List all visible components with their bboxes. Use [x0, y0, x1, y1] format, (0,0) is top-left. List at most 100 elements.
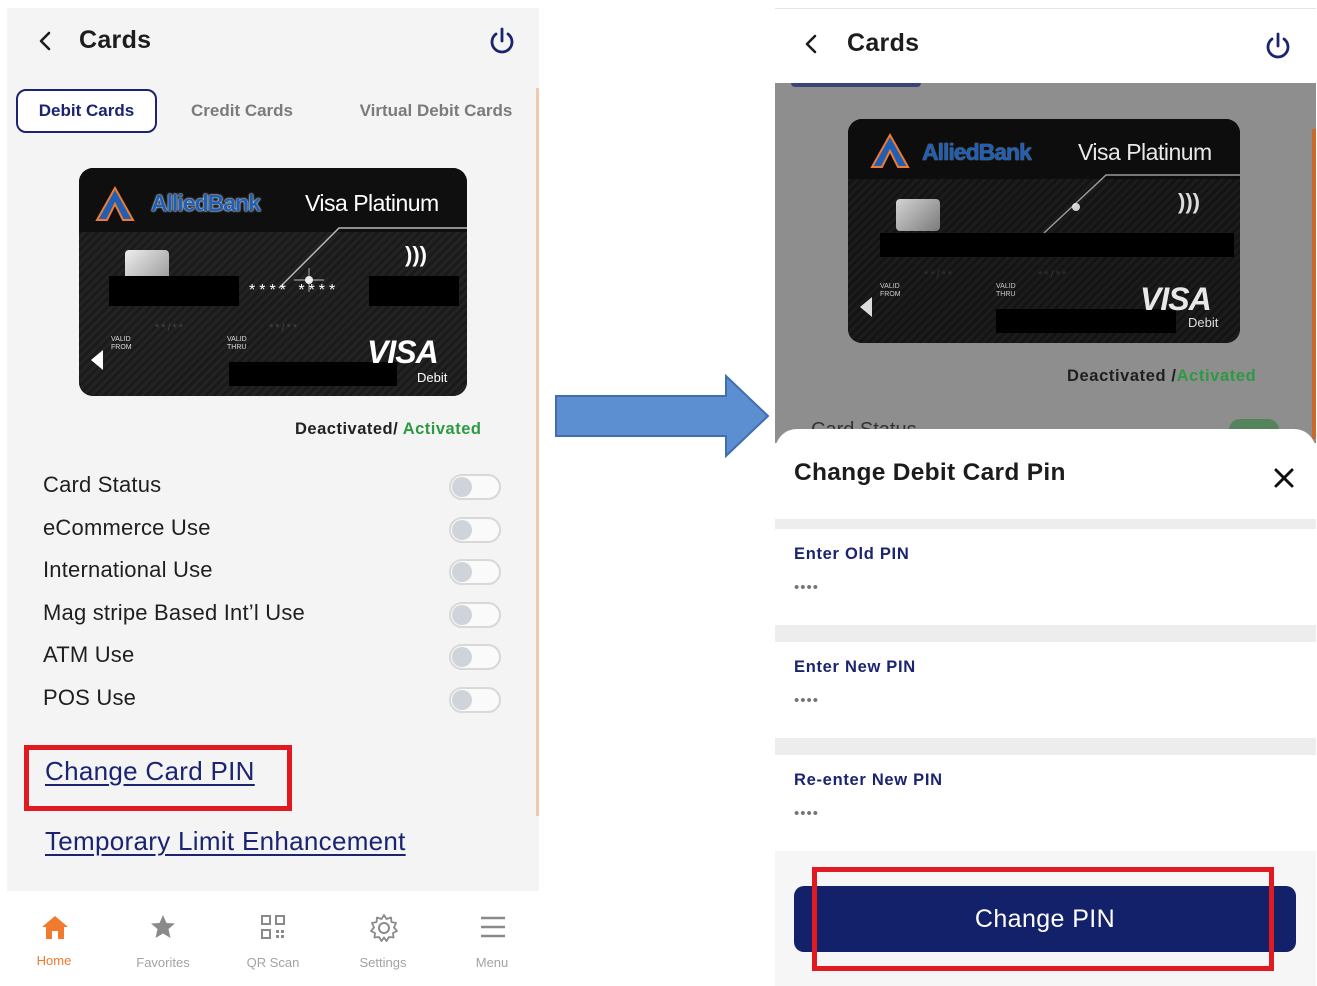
nav-qr-scan[interactable]: QR Scan	[223, 891, 323, 986]
bank-name: AlliedBank	[151, 190, 261, 216]
field-divider	[775, 738, 1316, 756]
flow-arrow-icon	[555, 374, 770, 458]
nav-menu[interactable]: Menu	[442, 891, 539, 986]
sheet-title: Change Debit Card Pin	[794, 459, 1066, 486]
top-bar: Cards	[775, 9, 1316, 83]
valid-thru-label: VALID THRU	[227, 336, 247, 351]
tab-credit-cards[interactable]: Credit Cards	[176, 89, 308, 133]
masked-number-redaction	[109, 276, 239, 306]
nav-label: Favorites	[136, 955, 190, 970]
bank-name: AlliedBank	[922, 139, 1032, 165]
toggle-row-ecommerce: eCommerce Use	[43, 511, 503, 554]
toggle-row-card-status: Card Status	[43, 468, 503, 511]
status-deactivated: Deactivated	[1067, 367, 1167, 385]
nav-home[interactable]: Home	[7, 891, 104, 986]
contactless-icon: )))	[405, 242, 427, 267]
card-prev-arrow-icon[interactable]	[91, 350, 103, 370]
status-activated: Activated	[1176, 367, 1257, 385]
active-tab-indicator	[791, 83, 921, 87]
page-title: Cards	[79, 26, 152, 54]
highlight-box-change-pin	[24, 745, 292, 811]
status-activated: Activated	[402, 420, 482, 438]
scroll-edge-accent	[1312, 129, 1316, 439]
card-number-redaction	[880, 233, 1234, 257]
toggle-knob	[452, 477, 472, 497]
card-activation-status: Deactivated/ Activated	[295, 420, 481, 439]
qr-icon	[261, 915, 285, 939]
tab-debit-cards[interactable]: Debit Cards	[16, 89, 157, 133]
toggle-label: International Use	[43, 557, 213, 582]
page-title: Cards	[847, 29, 920, 57]
valid-from-value: **/**	[924, 269, 955, 281]
nav-favorites[interactable]: Favorites	[113, 891, 213, 986]
allied-bank-logo-icon	[870, 133, 910, 168]
status-separator: /	[393, 420, 403, 438]
contactless-icon: )))	[1178, 189, 1200, 214]
toggle-label: eCommerce Use	[43, 514, 211, 540]
star-icon	[151, 915, 175, 938]
logout-power-icon[interactable]	[487, 26, 517, 56]
toggle-label: Card Status	[43, 472, 162, 497]
bottom-nav-bar: Home Favorites QR Scan Settings Menu	[7, 891, 539, 986]
nav-label: Home	[36, 953, 72, 968]
allied-bank-logo-icon	[95, 186, 135, 221]
new-pin-input[interactable]	[794, 692, 1094, 709]
menu-icon	[481, 916, 505, 938]
status-deactivated: Deactivated	[295, 420, 394, 438]
highlight-box-change-pin-button	[812, 867, 1274, 971]
reenter-pin-label: Re-enter New PIN	[794, 771, 943, 789]
change-pin-screen: Cards AlliedBank Visa Platinum ))) **/**…	[775, 8, 1316, 986]
home-icon	[42, 916, 68, 939]
toggle-label: ATM Use	[43, 642, 135, 667]
toggle-label: POS Use	[43, 684, 137, 710]
card-number-masked: **** ****	[249, 282, 340, 299]
old-pin-label: Enter Old PIN	[794, 545, 910, 563]
valid-thru-value: **/**	[1038, 269, 1069, 281]
visa-debit-label: Debit	[1188, 315, 1219, 330]
card-prev-arrow-icon	[860, 297, 872, 317]
debit-card-image[interactable]: AlliedBank Visa Platinum ))) **** **** V…	[79, 168, 467, 396]
ecommerce-toggle[interactable]	[449, 516, 501, 543]
toggle-knob	[452, 689, 472, 710]
old-pin-field: Enter Old PIN	[775, 529, 1316, 625]
nav-label: Menu	[475, 955, 509, 970]
field-divider	[775, 625, 1316, 643]
nav-settings[interactable]: Settings	[333, 891, 433, 986]
status-separator: /	[1166, 367, 1177, 385]
temporary-limit-link[interactable]: Temporary Limit Enhancement	[45, 826, 406, 857]
valid-from-label: VALID FROM	[111, 336, 132, 351]
tab-virtual-debit-cards[interactable]: Virtual Debit Cards	[336, 89, 536, 133]
close-icon[interactable]	[1273, 467, 1295, 489]
valid-from-value: **/**	[155, 322, 186, 334]
card-controls-list: Card Status eCommerce Use International …	[43, 468, 503, 723]
back-icon[interactable]	[799, 31, 825, 57]
international-toggle[interactable]	[449, 559, 501, 585]
card-product: Visa Platinum	[1078, 139, 1212, 165]
number-tail-redaction	[369, 276, 459, 306]
valid-thru-value: **/**	[269, 322, 300, 334]
toggle-knob	[452, 647, 472, 667]
old-pin-input[interactable]	[794, 579, 1094, 596]
card-status-toggle[interactable]	[449, 474, 501, 500]
toggle-row-pos: POS Use	[43, 681, 503, 724]
reenter-pin-field: Re-enter New PIN	[775, 755, 1316, 851]
reenter-pin-input[interactable]	[794, 805, 1094, 822]
debit-card-image-dimmed: AlliedBank Visa Platinum ))) **/** **/**…	[848, 119, 1240, 343]
atm-toggle[interactable]	[449, 644, 501, 670]
card-type-tabs: Debit Cards Credit Cards Virtual Debit C…	[16, 89, 536, 133]
visa-debit-label: Debit	[417, 370, 448, 385]
back-icon[interactable]	[33, 28, 59, 54]
visa-logo: VISA	[367, 334, 439, 370]
toggle-row-magstripe: Mag stripe Based Int’l Use	[43, 596, 503, 639]
emv-chip-icon	[896, 199, 940, 231]
valid-thru-label: VALID THRU	[996, 283, 1016, 298]
toggle-label: Mag stripe Based Int’l Use	[43, 599, 305, 625]
nav-label: Settings	[359, 955, 407, 970]
gear-icon	[370, 914, 398, 942]
new-pin-field: Enter New PIN	[775, 642, 1316, 738]
magstripe-toggle[interactable]	[449, 601, 501, 628]
visa-logo: VISA	[1140, 281, 1212, 317]
nav-label: QR Scan	[246, 955, 300, 970]
pos-toggle[interactable]	[449, 686, 501, 713]
logout-power-icon[interactable]	[1263, 31, 1293, 61]
